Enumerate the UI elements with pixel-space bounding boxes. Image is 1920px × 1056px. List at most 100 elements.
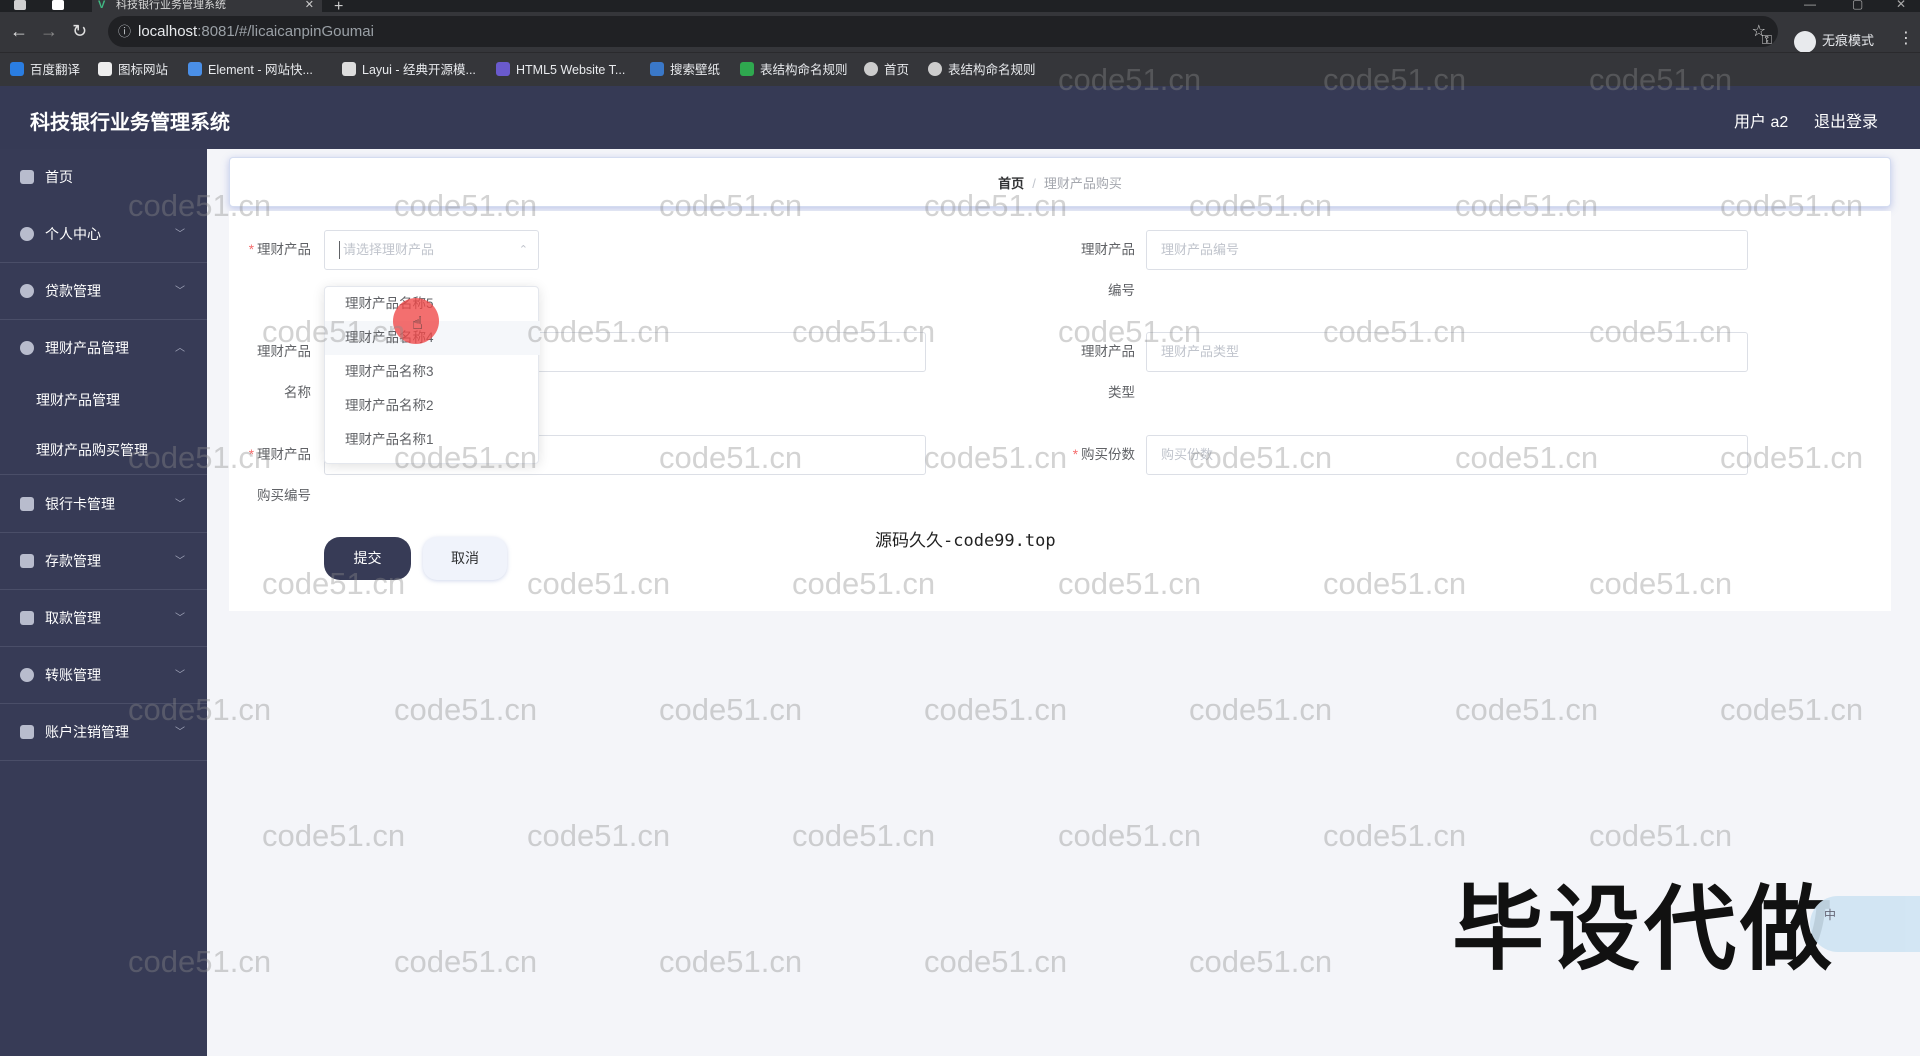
chevron-down-icon: ﹀ (175, 670, 185, 681)
product-name-label-line2: 名称 (284, 385, 311, 400)
bookmark-item[interactable]: Layui - 经典开源模... (342, 61, 476, 79)
html5-icon (496, 62, 510, 76)
breadcrumb-current: 理财产品购买 (1043, 176, 1122, 191)
product-type-input[interactable]: 理财产品类型 (1146, 332, 1748, 372)
browser-menu-icon[interactable]: ⋮ (1898, 28, 1914, 48)
minimize-icon[interactable]: — (1804, 0, 1816, 11)
layui-icon (342, 62, 356, 76)
dropdown-option[interactable]: 理财产品名称2 (325, 389, 540, 423)
app-title: 科技银行业务管理系统 (30, 112, 230, 134)
submit-button[interactable]: 提交 (324, 537, 411, 580)
sidebar-item-personal[interactable]: 个人中心 ﹀ (0, 206, 207, 263)
chevron-down-icon: ﹀ (175, 556, 185, 567)
product-select[interactable]: 请选择理财产品 ⌃ (324, 230, 539, 270)
cancel-button[interactable]: 取消 (423, 537, 507, 580)
sheet-icon (740, 62, 754, 76)
compass-icon (20, 554, 34, 568)
bookmark-item[interactable]: 首页 (864, 61, 909, 79)
product-code-input[interactable]: 理财产品编号 (1146, 230, 1748, 270)
chevron-up-icon: ⌃ (518, 244, 528, 256)
product-code-label-line2: 编号 (1108, 283, 1135, 298)
element-icon (188, 62, 202, 76)
globe-icon (928, 62, 942, 76)
maximize-icon[interactable]: ▢ (1852, 0, 1863, 11)
chevron-down-icon: ﹀ (175, 499, 185, 510)
settings-icon (20, 341, 34, 355)
loan-icon (20, 284, 34, 298)
bookmarks-bar: 百度翻译 图标网站 Element - 网站快... Layui - 经典开源模… (0, 52, 1920, 86)
chevron-down-icon: ﹀ (175, 286, 185, 297)
translate-icon (10, 62, 24, 76)
bookmark-item[interactable]: 表结构命名规则 (928, 61, 1036, 79)
close-tab-icon[interactable]: ✕ (305, 0, 314, 11)
sidebar-item-loans[interactable]: 贷款管理 ﹀ (0, 263, 207, 320)
quantity-label: * 购买份数 (1072, 447, 1135, 462)
logout-link[interactable]: 退出登录 (1814, 108, 1878, 132)
browser-app-icon (14, 0, 26, 10)
sidebar-item-deposits[interactable]: 存款管理 ﹀ (0, 533, 207, 590)
breadcrumb: 首页 / 理财产品购买 (229, 157, 1891, 207)
product-select-placeholder: 请选择理财产品 (343, 242, 435, 257)
sidebar-item-transfers[interactable]: 转账管理 ﹀ (0, 647, 207, 704)
incognito-label: 无痕模式 (1822, 33, 1875, 48)
address-bar-row: ← → ↻ ⓘ localhost:8081/#/licaicanpinGoum… (0, 12, 1920, 53)
purchase-no-label-line2: 购买编号 (257, 488, 311, 503)
vue-logo-icon: V (98, 0, 106, 11)
sidebar: 首页 个人中心 ﹀ 贷款管理 ﹀ 理财产品管理 ︿ 理财产品管理 理财产品购买管理 银… (0, 149, 207, 1056)
chevron-down-icon: ﹀ (175, 727, 185, 738)
site-info-icon[interactable]: ⓘ (118, 16, 131, 47)
power-icon (20, 668, 34, 682)
browser-tab-strip: V 科技银行业务管理系统 ✕ + — ▢ ✕ (0, 0, 1920, 15)
window-close-icon[interactable]: ✕ (1896, 0, 1906, 11)
reload-icon[interactable]: ↻ (72, 20, 87, 42)
browser-tab-active[interactable]: V 科技银行业务管理系统 ✕ (92, 0, 322, 12)
breadcrumb-home[interactable]: 首页 (998, 176, 1024, 191)
dropdown-option[interactable]: 理财产品名称3 (325, 355, 540, 389)
send-icon (20, 497, 34, 511)
browser-tab-title: 科技银行业务管理系统 (116, 0, 226, 11)
bookmark-item[interactable]: 百度翻译 (10, 61, 80, 79)
breadcrumb-separator: / (1032, 176, 1036, 191)
flag-icon (98, 62, 112, 76)
bookmark-item[interactable]: 表结构命名规则 (740, 61, 848, 79)
sidebar-item-home[interactable]: 首页 (0, 149, 207, 206)
chevron-down-icon: ﹀ (175, 613, 185, 624)
dropdown-option[interactable]: 理财产品名称1 (325, 423, 540, 457)
tab-search-icon[interactable] (52, 0, 64, 10)
product-name-label: 理财产品 (257, 344, 311, 359)
promo-watermark: 毕设代做 (1452, 876, 1837, 983)
submenu-item-product-manage[interactable]: 理财产品管理 (0, 375, 207, 425)
password-key-icon[interactable]: ⚿ (1762, 32, 1772, 48)
purchase-no-label: * 理财产品 (248, 447, 311, 462)
sidebar-item-bank-cards[interactable]: 银行卡管理 ﹀ (0, 476, 207, 533)
url-path: :8081/#/licaicanpinGoumai (197, 23, 374, 40)
globe-icon (864, 62, 878, 76)
bookmark-item[interactable]: HTML5 Website T... (496, 61, 625, 79)
product-type-label: 理财产品 (1081, 344, 1135, 359)
sidebar-item-withdrawals[interactable]: 取款管理 ﹀ (0, 590, 207, 647)
wallpaper-icon (650, 62, 664, 76)
app-header: 科技银行业务管理系统 用户 a2 退出登录 (0, 86, 1920, 149)
back-arrow-icon[interactable]: ← (10, 20, 28, 42)
product-type-label-line2: 类型 (1108, 385, 1135, 400)
submenu-item-purchase-manage[interactable]: 理财产品购买管理 (0, 425, 207, 475)
sidebar-item-wealth-products[interactable]: 理财产品管理 ︿ (0, 320, 207, 377)
floating-widget[interactable]: 中 (1810, 896, 1920, 952)
sidebar-item-account-cancel[interactable]: 账户注销管理 ﹀ (0, 704, 207, 761)
bookmark-item[interactable]: 搜索壁纸 (650, 61, 720, 79)
user-icon (20, 227, 34, 241)
product-code-label: 理财产品 (1081, 242, 1135, 257)
incognito-badge[interactable]: 无痕模式 (1794, 29, 1874, 53)
url-field[interactable]: ⓘ localhost:8081/#/licaicanpinGoumai ☆ (108, 16, 1778, 47)
product-select-label: * 理财产品 (248, 242, 311, 257)
forward-arrow-icon[interactable]: → (40, 20, 58, 42)
quantity-input[interactable]: 购买份数 (1146, 435, 1748, 475)
home-icon (20, 170, 34, 184)
center-watermark: 源码久久-code99.top (875, 531, 1056, 551)
monitor-icon (20, 725, 34, 739)
bookmark-item[interactable]: 图标网站 (98, 61, 168, 79)
widget-text: 中 (1824, 908, 1837, 922)
text-caret (339, 241, 340, 259)
bookmark-item[interactable]: Element - 网站快... (188, 61, 313, 79)
chevron-down-icon: ﹀ (175, 229, 185, 240)
